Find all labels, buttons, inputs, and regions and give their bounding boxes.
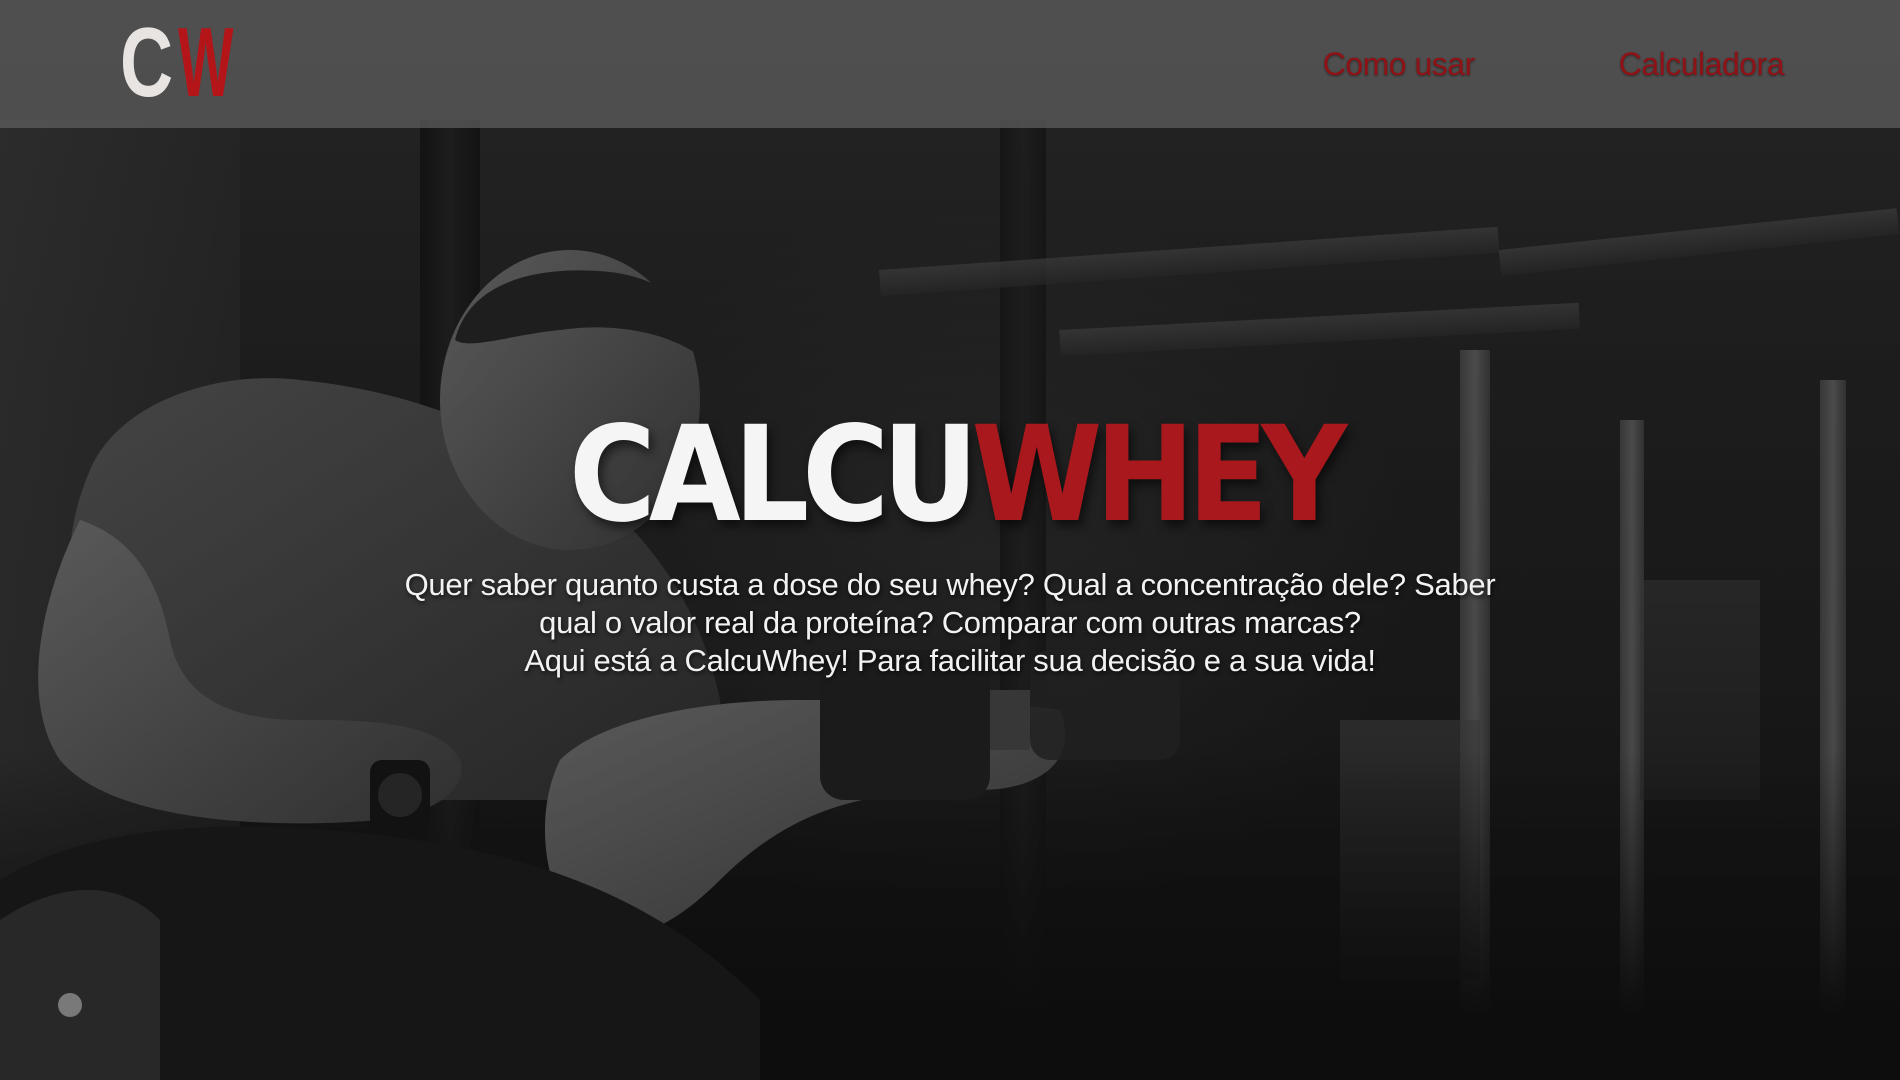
brand-logo[interactable]: C W bbox=[120, 7, 234, 117]
nav-link-como-usar[interactable]: Como usar bbox=[1323, 46, 1476, 83]
hero-title-whey: WHEY bbox=[971, 398, 1348, 552]
hero-title: CALCU WHEY bbox=[569, 398, 1348, 552]
logo-letter-w: W bbox=[178, 7, 234, 117]
nav-link-calculadora[interactable]: Calculadora bbox=[1619, 46, 1785, 83]
hero-section: CALCU WHEY Quer saber quanto custa a dose… bbox=[0, 400, 1900, 680]
logo-letter-c: C bbox=[120, 7, 173, 117]
top-navbar: C W Como usar Calculadora bbox=[0, 0, 1900, 128]
hero-title-calcu: CALCU bbox=[569, 398, 979, 552]
hero-description-line: Aqui está a CalcuWhey! Para facilitar su… bbox=[524, 643, 1376, 678]
hero-description-line: Quer saber quanto custa a dose do seu wh… bbox=[404, 567, 1496, 640]
hero-description: Quer saber quanto custa a dose do seu wh… bbox=[390, 566, 1510, 680]
nav-links: Como usar Calculadora bbox=[1323, 0, 1785, 128]
landing-page: C W Como usar Calculadora CALCU WHEY Quer… bbox=[0, 0, 1900, 1080]
